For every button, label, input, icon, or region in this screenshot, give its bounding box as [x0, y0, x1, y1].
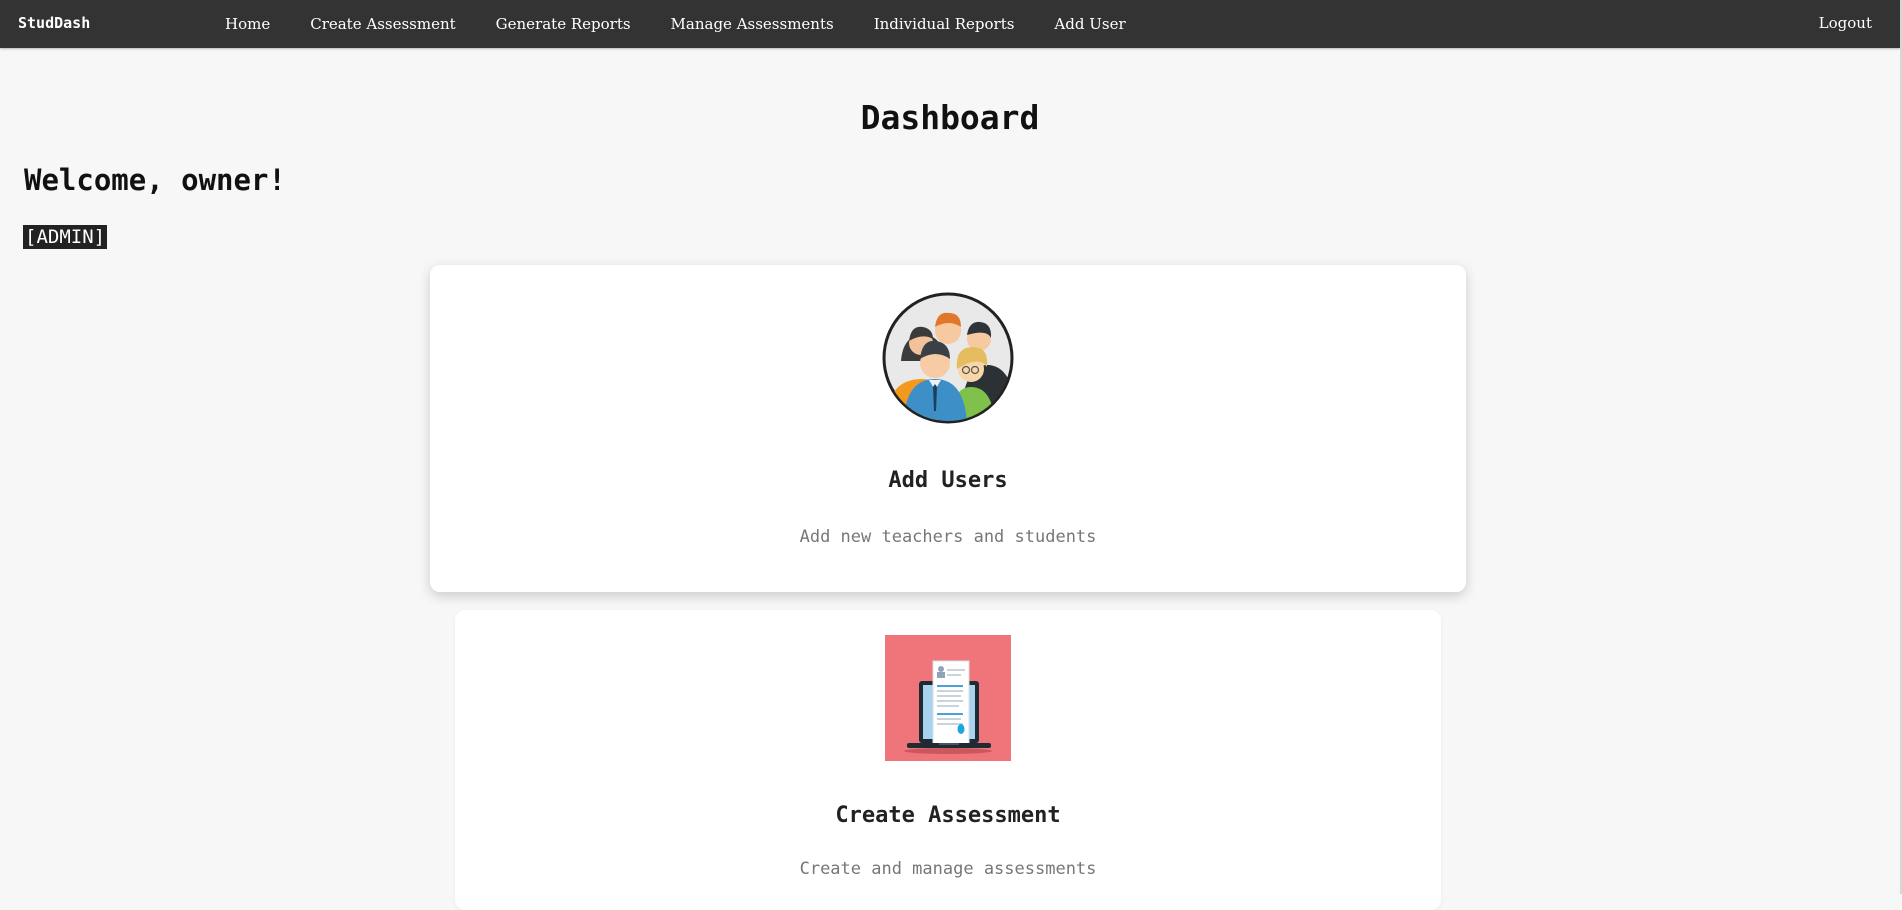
welcome-message: Welcome, owner!: [24, 163, 286, 197]
brand-logo[interactable]: StudDash: [18, 14, 90, 32]
nav-links: Home Create Assessment Generate Reports …: [205, 0, 1146, 48]
users-group-icon: [882, 292, 1014, 424]
card-title: Add Users: [888, 468, 1008, 493]
nav-link-home[interactable]: Home: [205, 15, 290, 33]
card-description: Add new teachers and students: [799, 527, 1097, 547]
top-navbar: StudDash Home Create Assessment Generate…: [0, 0, 1900, 48]
create-assessment-card[interactable]: Create Assessment Create and manage asse…: [455, 610, 1441, 910]
nav-link-create-assessment[interactable]: Create Assessment: [290, 15, 475, 33]
card-title: Create Assessment: [835, 803, 1061, 828]
nav-link-individual-reports[interactable]: Individual Reports: [854, 15, 1035, 33]
role-badge: [ADMIN]: [23, 225, 108, 249]
nav-link-manage-assessments[interactable]: Manage Assessments: [651, 15, 854, 33]
card-description: Create and manage assessments: [799, 859, 1097, 879]
page-title: Dashboard: [860, 98, 1040, 137]
logout-link[interactable]: Logout: [1819, 14, 1872, 32]
laptop-document-icon: [885, 635, 1011, 761]
nav-link-generate-reports[interactable]: Generate Reports: [476, 15, 651, 33]
nav-link-add-user[interactable]: Add User: [1034, 15, 1145, 33]
add-users-card[interactable]: Add Users Add new teachers and students: [430, 265, 1466, 592]
